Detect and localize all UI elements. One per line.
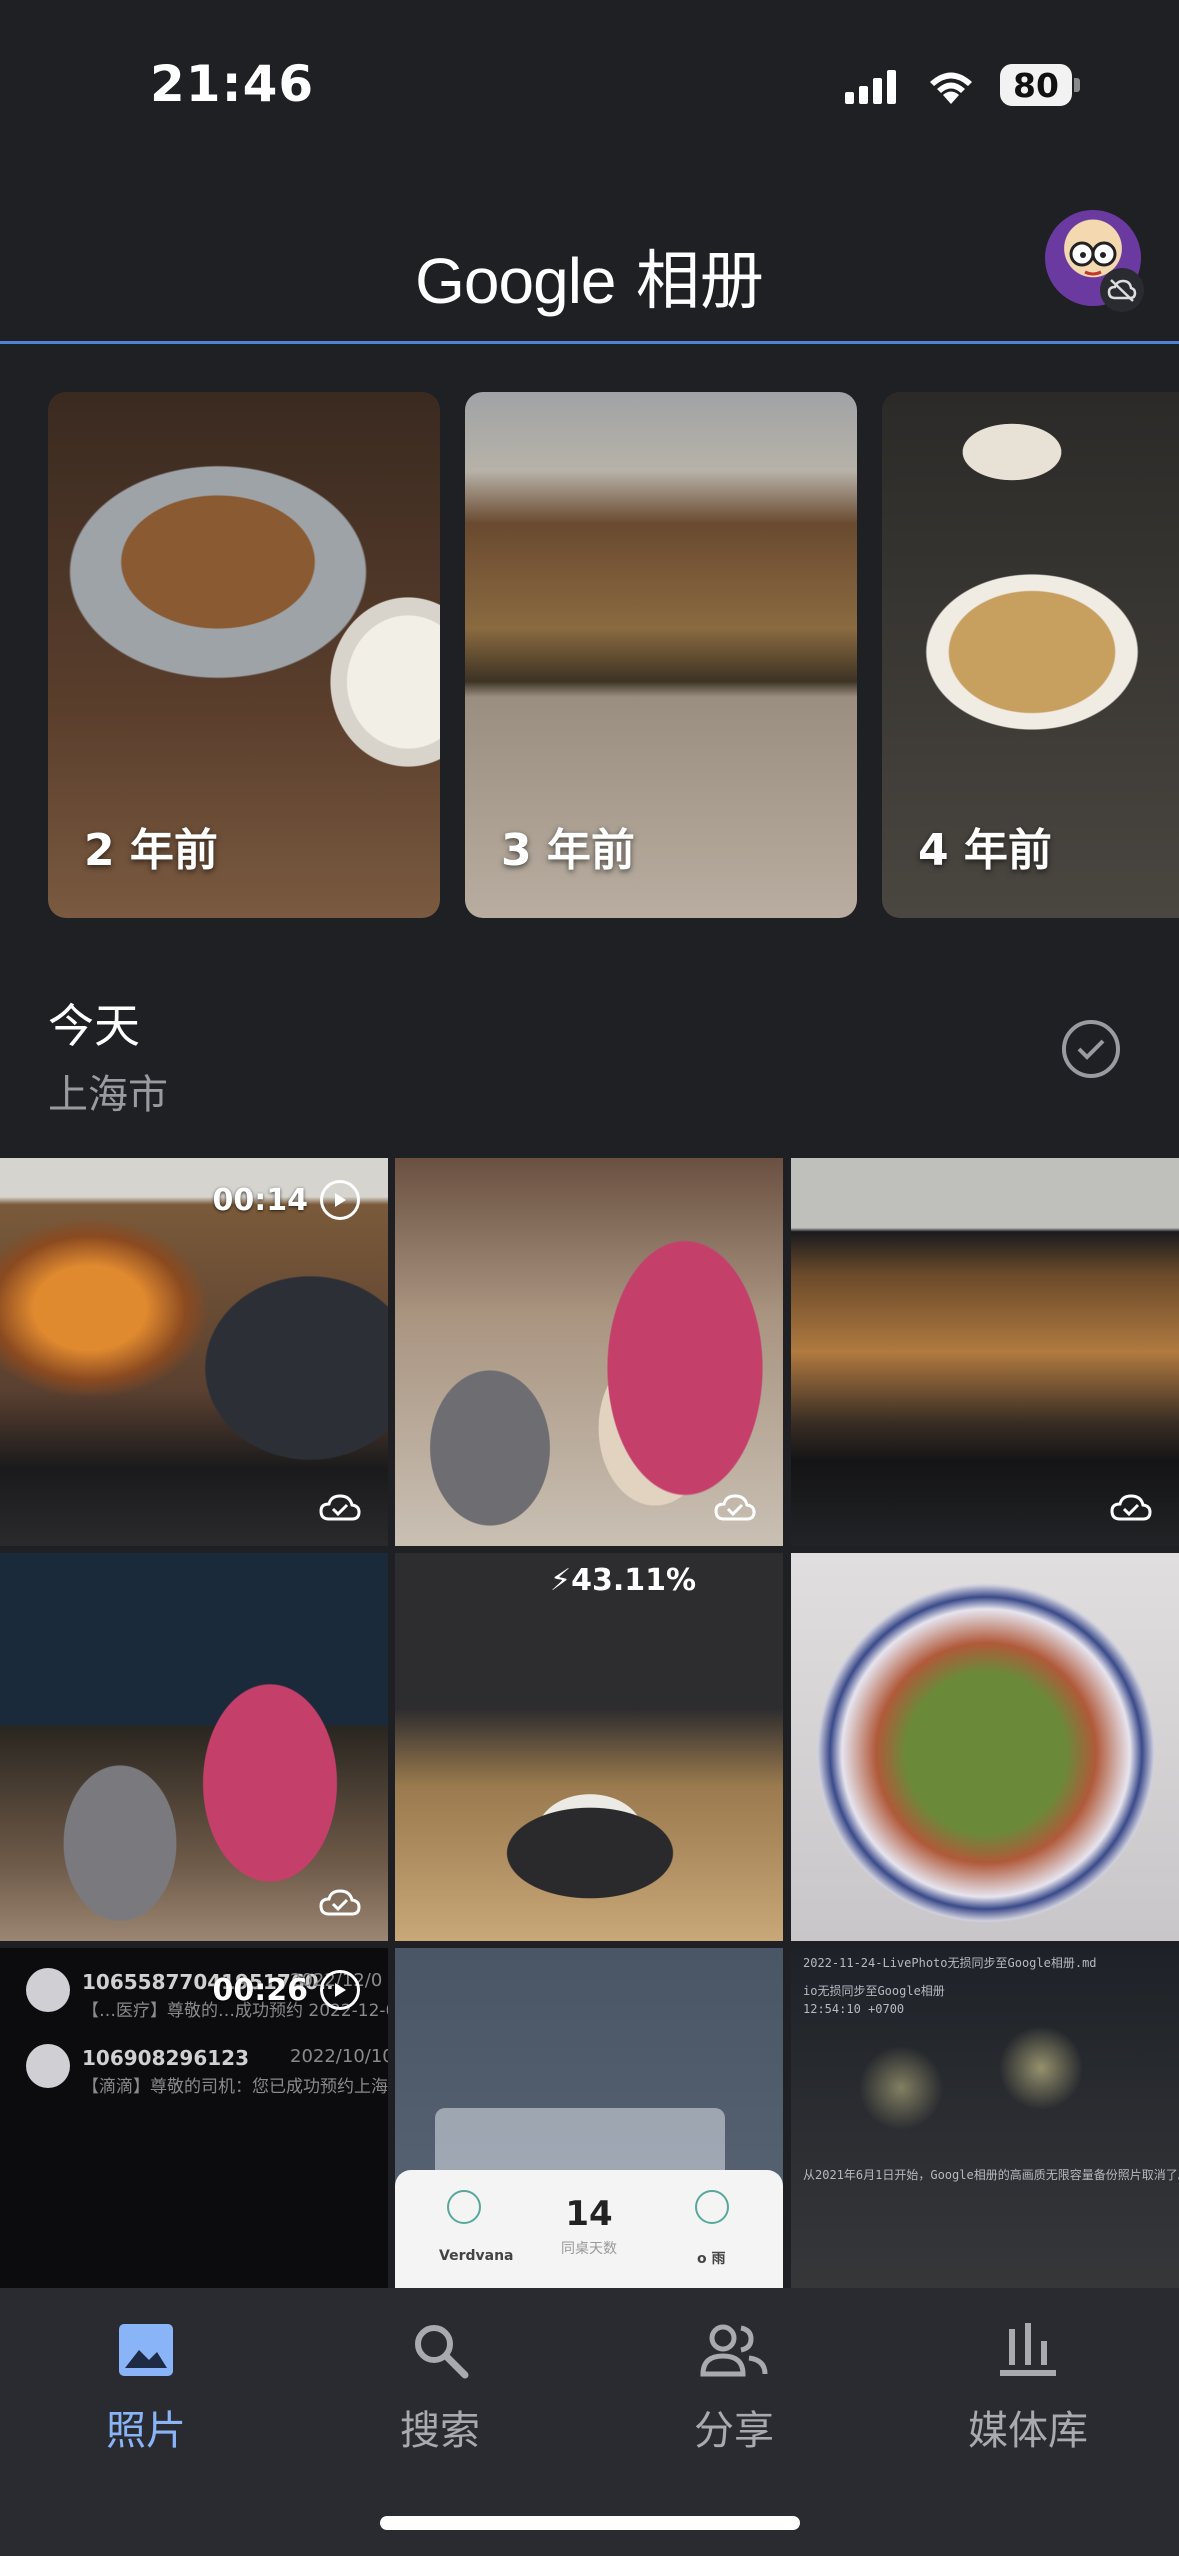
nav-library[interactable]: 媒体库 bbox=[908, 2310, 1148, 2456]
video-duration: 00:14 bbox=[212, 1180, 360, 1220]
nav-label: 照片 bbox=[106, 2408, 186, 2454]
memory-label: 3 年前 bbox=[501, 825, 635, 876]
screenshot-text: io无损同步至Google相册 bbox=[803, 1984, 945, 1998]
memory-label: 2 年前 bbox=[84, 825, 218, 876]
cloud-done-icon bbox=[319, 1889, 361, 1916]
photo-grid: 00:14 ⚡43.11% 10655877041951760... 2022/… bbox=[0, 1158, 1179, 2288]
screenshot-text: 从2021年6月1日开始，Google相册的高画质无限容量备份照片取消了。 bbox=[803, 2168, 1179, 2182]
app-title-suffix: 相册 bbox=[635, 245, 764, 319]
video-tile[interactable]: 10655877041951760... 2022/12/0 【…医疗】尊敬的…… bbox=[0, 1948, 388, 2288]
photo-tile[interactable] bbox=[0, 1553, 388, 1941]
nav-photos[interactable]: 照片 bbox=[26, 2310, 266, 2456]
message-sender: 106908296123 bbox=[82, 2046, 249, 2070]
status-bar: 21:46 80 bbox=[0, 0, 1179, 170]
cloud-done-icon bbox=[714, 1494, 756, 1521]
video-duration: 00:26 bbox=[212, 1970, 360, 2010]
photo-tile[interactable]: 2022-11-24-LivePhoto无损同步至Google相册.md io无… bbox=[791, 1948, 1179, 2288]
duration-text: 00:14 bbox=[212, 1182, 309, 1218]
cloud-done-icon bbox=[1110, 1494, 1152, 1521]
location-label: 上海市 bbox=[48, 1072, 168, 1118]
photo-icon bbox=[26, 2310, 266, 2390]
contact-avatar bbox=[26, 2044, 70, 2088]
backup-off-icon[interactable] bbox=[1100, 268, 1144, 312]
photo-tile[interactable]: 14 同桌天数 Verdvana o 雨 bbox=[395, 1948, 783, 2288]
search-icon bbox=[320, 2310, 560, 2390]
message-date: 2022/10/10 bbox=[290, 2046, 388, 2067]
memory-card[interactable]: 3 年前 bbox=[465, 392, 857, 918]
screenshot-left-name: Verdvana bbox=[439, 2248, 514, 2264]
photo-battery-text: 43.11 bbox=[571, 1563, 666, 1598]
photo-text: ⚡43.11% bbox=[550, 1563, 697, 1598]
screenshot-right-name: o 雨 bbox=[697, 2251, 726, 2267]
nav-label: 媒体库 bbox=[968, 2408, 1088, 2454]
screenshot-sheet: 14 同桌天数 Verdvana o 雨 bbox=[395, 2170, 783, 2288]
cloud-done-icon bbox=[319, 1494, 361, 1521]
screenshot-text: 12:54:10 +0700 bbox=[803, 2002, 905, 2016]
app-title-brand: Google bbox=[415, 245, 616, 317]
photo-tile[interactable]: 00:14 bbox=[0, 1158, 388, 1546]
play-icon bbox=[320, 1970, 360, 2010]
people-icon bbox=[614, 2310, 854, 2390]
duration-text: 00:26 bbox=[212, 1972, 309, 2008]
cellular-signal-icon bbox=[845, 70, 896, 104]
cloud-off-icon bbox=[1107, 279, 1137, 302]
screenshot-count: 14 bbox=[565, 2194, 613, 2234]
nav-label: 分享 bbox=[694, 2408, 774, 2454]
photo-tile[interactable] bbox=[791, 1553, 1179, 1941]
contact-avatar bbox=[26, 1968, 70, 2012]
play-icon bbox=[320, 1180, 360, 1220]
nav-label: 搜索 bbox=[400, 2408, 480, 2454]
photo-tile[interactable] bbox=[395, 1158, 783, 1546]
memory-card[interactable]: 4 年前 bbox=[882, 392, 1179, 918]
battery-tip bbox=[1074, 78, 1080, 92]
nav-search[interactable]: 搜索 bbox=[320, 2310, 560, 2456]
check-icon bbox=[1077, 1039, 1105, 1060]
message-preview: 【滴滴】尊敬的司机：您已成功预约上海…临港新城（无限功能）2022-11-11的… bbox=[82, 2077, 388, 2097]
home-indicator[interactable] bbox=[380, 2516, 800, 2530]
select-all-button[interactable] bbox=[1062, 1020, 1120, 1078]
app-header: Google 相册 bbox=[0, 190, 1179, 340]
wifi-icon bbox=[930, 72, 972, 104]
date-heading: 今天 bbox=[48, 999, 140, 1053]
header-divider bbox=[0, 341, 1179, 344]
photo-tile[interactable]: ⚡43.11% bbox=[395, 1553, 783, 1941]
status-time: 21:46 bbox=[150, 55, 315, 113]
library-icon bbox=[908, 2310, 1148, 2390]
memories-carousel[interactable]: 2 年前 3 年前 4 年前 bbox=[0, 392, 1179, 920]
nav-sharing[interactable]: 分享 bbox=[614, 2310, 854, 2456]
screenshot-text: 2022-11-24-LivePhoto无损同步至Google相册.md bbox=[803, 1956, 1097, 1970]
app-title: Google 相册 bbox=[0, 230, 1179, 322]
memory-card[interactable]: 2 年前 bbox=[48, 392, 440, 918]
memory-label: 4 年前 bbox=[918, 825, 1052, 876]
battery-indicator: 80 bbox=[1000, 64, 1072, 106]
photo-tile[interactable] bbox=[791, 1158, 1179, 1546]
